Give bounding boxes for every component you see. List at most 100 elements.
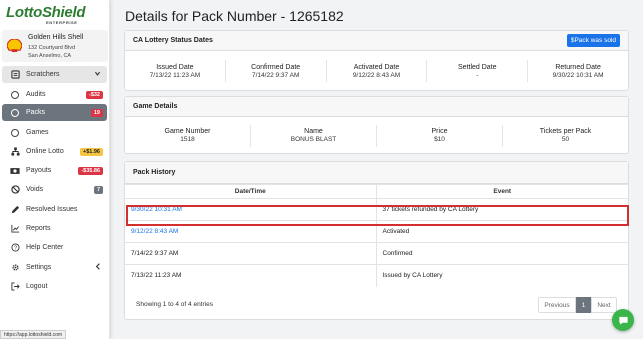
stat-value: BONUS BLAST [290,136,337,143]
stat-value: 7/14/22 9:37 AM [252,71,300,79]
store-address: 132 Courtyard Blvd San Anselmo, CA [28,44,75,60]
sidebar-item-games[interactable]: Games [2,124,107,141]
tickets-per-pack-stat: Tickets per Pack 50 [503,125,628,147]
sidebar-item-packs[interactable]: Packs 19 [2,104,107,121]
chart-icon [6,224,24,233]
game-details-header: Game Details [125,97,628,117]
stat-label: Confirmed Date [251,63,301,71]
sitemap-icon [6,147,24,156]
sidebar-item-label: Settings [26,264,52,271]
pack-history-title: Pack History [133,169,176,176]
datetime-column-header[interactable]: Date/Time [125,184,376,199]
chevron-down-icon [94,70,101,79]
store-selector[interactable]: Golden Hills Shell 132 Courtyard Blvd Sa… [2,30,108,62]
sidebar-item-label: Voids [26,186,44,193]
money-icon [6,167,24,175]
sidebar-item-label: Reports [26,225,51,232]
gear-icon [6,263,24,272]
game-name-stat: Name BONUS BLAST [251,124,377,147]
table-row: 7/14/22 9:37 AM Confirmed [125,242,628,265]
current-page-button[interactable]: 1 [576,297,591,313]
stat-value: - [476,71,479,79]
sidebar-item-voids[interactable]: Voids 7 [2,181,107,198]
sidebar-item-help-center[interactable]: ? Help Center [2,239,107,256]
sidebar: LottoShield ENTERPRISE Golden Hills Shel… [0,0,110,339]
chat-button[interactable] [612,309,634,331]
sidebar-item-label: Audits [26,91,46,98]
confirmed-date-stat: Confirmed Date 7/14/22 9:37 AM [226,60,327,82]
sidebar-item-label: Help Center [26,244,64,251]
stat-label: Tickets per Pack [539,128,592,135]
pencil-icon [6,205,24,214]
game-details-card: Game Details Game Number 1518 Name BONUS… [124,96,629,154]
sidebar-item-label: Packs [26,109,46,116]
lottoshield-logo[interactable]: LottoShield ENTERPRISE [6,4,104,28]
circle-icon [11,108,19,117]
stat-label: Settled Date [458,63,497,71]
game-details-title: Game Details [133,103,178,110]
stat-label: Activated Date [353,63,400,71]
shell-logo-icon [7,39,22,52]
history-date: 7/14/22 9:37 AM [125,242,376,265]
audits-badge: -$32 [85,90,103,99]
stat-label: Issued Date [156,63,194,71]
online-lotto-badge: +$1.96 [80,147,103,156]
logout-icon [6,282,24,291]
sidebar-item-logout[interactable]: Logout [2,278,107,295]
stat-label: Game Number [164,128,211,135]
stat-label: Returned Date [555,63,601,71]
sidebar-item-scratchers[interactable]: Scratchers [2,66,107,83]
ticket-icon [6,70,24,79]
sidebar-item-label: Resolved Issues [26,206,78,213]
table-row: 7/13/22 11:23 AM Issued by CA Lottery [125,264,628,287]
pack-was-sold-button[interactable]: $Pack was sold [566,34,620,47]
stat-value: 9/12/22 8:43 AM [352,71,401,79]
pagination: Previous 1 Next [538,297,617,313]
stat-value: 9/30/22 10:31 AM [552,71,604,79]
sidebar-item-settings[interactable]: Settings [2,259,107,276]
pack-history-header: Pack History [125,162,628,184]
history-date: 7/13/22 11:23 AM [125,264,376,287]
packs-badge: 19 [90,108,103,117]
sidebar-item-audits[interactable]: Audits -$32 [2,86,107,103]
circle-icon [11,90,19,99]
sidebar-item-label: Payouts [26,167,52,174]
issued-date-stat: Issued Date 7/13/22 11:23 AM [125,60,226,82]
table-header-row: Date/Time Event [125,184,628,199]
status-url: https://app.lottoshield.com [0,330,67,339]
store-name: Golden Hills Shell [28,34,84,41]
chat-icon [618,316,628,325]
sidebar-item-resolved-issues[interactable]: Resolved Issues [2,201,107,218]
status-dates-card: CA Lottery Status Dates $Pack was sold I… [124,30,629,91]
voids-badge: 7 [93,185,103,194]
sidebar-item-online-lotto[interactable]: Online Lotto +$1.96 [2,143,107,160]
history-event: Confirmed [375,242,628,265]
chevron-left-icon [95,263,101,272]
status-dates-title: CA Lottery Status Dates [133,37,213,44]
page-title: Details for Pack Number - 1265182 [125,8,344,24]
sidebar-item-label: Online Lotto [26,148,64,155]
history-event: Issued by CA Lottery [375,264,628,287]
stat-value: 7/13/22 11:23 AM [149,71,201,79]
stat-label: Price [431,128,448,135]
store-address-line1: 132 Courtyard Blvd [28,45,76,51]
sidebar-item-label: Scratchers [26,71,60,78]
next-page-button[interactable]: Next [591,297,617,313]
activated-date-stat: Activated Date 9/12/22 8:43 AM [327,60,428,82]
store-address-line2: San Anselmo, CA [28,53,72,59]
logo-text: LottoShield [6,4,86,21]
logo-subtitle: ENTERPRISE [46,20,78,25]
highlight-box [126,205,629,226]
price-stat: Price $10 [377,124,503,147]
sidebar-item-payouts[interactable]: Payouts -$35.86 [2,162,107,179]
event-column-header[interactable]: Event [375,184,628,199]
stat-label: Name [304,128,323,135]
sidebar-item-label: Games [26,129,49,136]
sidebar-item-label: Logout [26,283,48,290]
payouts-badge: -$35.86 [78,166,103,175]
game-number-stat: Game Number 1518 [125,124,251,147]
returned-date-stat: Returned Date 9/30/22 10:31 AM [528,60,628,82]
circle-icon [11,128,19,137]
previous-page-button[interactable]: Previous [538,297,576,313]
sidebar-item-reports[interactable]: Reports [2,220,107,237]
